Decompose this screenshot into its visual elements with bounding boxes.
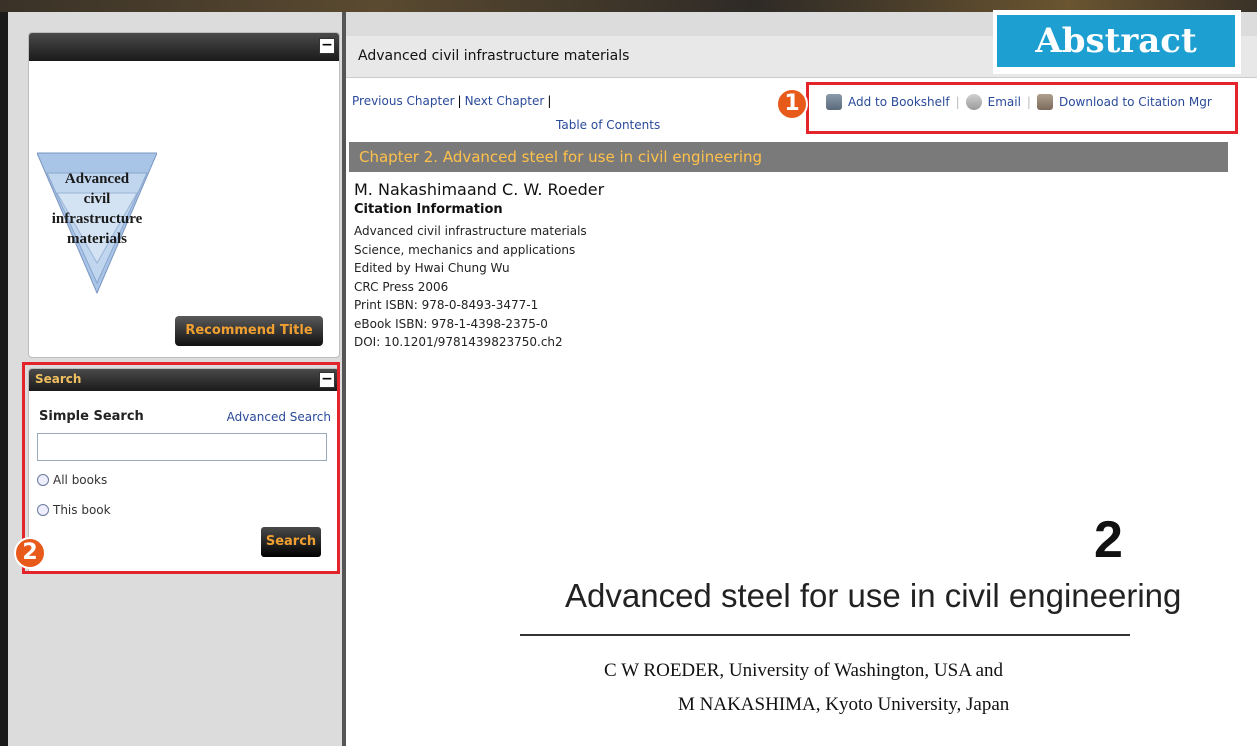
add-to-bookshelf-link[interactable]: Add to Bookshelf xyxy=(848,95,950,109)
preview-chapter-name: Advanced steel for use in civil engineer… xyxy=(565,577,1182,614)
book-title: Advanced civil infrastructure materials xyxy=(358,48,630,64)
nav-separator: | xyxy=(457,94,462,108)
preview-author-line-2: M NAKASHIMA, Kyoto University, Japan xyxy=(678,694,1010,715)
cover-line-2: civil xyxy=(84,191,111,207)
citation-line: CRC Press 2006 xyxy=(354,279,449,294)
download-citation-link[interactable]: Download to Citation Mgr xyxy=(1059,95,1212,109)
citation-line: Print ISBN: 978-0-8493-3477-1 xyxy=(354,298,539,312)
advanced-search-link[interactable]: Advanced Search xyxy=(227,410,331,424)
radio-label-this-book: This book xyxy=(53,503,111,517)
citation-line: Advanced civil infrastructure materials xyxy=(354,224,587,238)
search-input[interactable] xyxy=(37,433,327,461)
radio-label-all-books: All books xyxy=(53,473,108,487)
download-icon xyxy=(1036,94,1053,110)
cover-line-4: materials xyxy=(67,231,127,247)
preview-author-line-1: C W ROEDER, University of Washington, US… xyxy=(604,660,1004,681)
bookshelf-icon xyxy=(826,94,842,110)
chapter-title: Chapter 2. Advanced steel for use in civ… xyxy=(359,148,763,166)
action-separator: | xyxy=(1026,95,1031,109)
email-link[interactable]: Email xyxy=(988,95,1021,109)
book-cover-image: Advanced civil infrastructure materials xyxy=(37,152,157,295)
table-of-contents-link[interactable]: Table of Contents xyxy=(556,118,660,132)
window-edge xyxy=(0,12,8,746)
nav-separator: | xyxy=(547,94,552,108)
action-separator: | xyxy=(955,95,960,109)
chapter-nav: Previous Chapter | Next Chapter | xyxy=(352,94,554,108)
chapter-authors: M. Nakashimaand C. W. Roeder xyxy=(354,180,605,199)
simple-search-label: Simple Search xyxy=(39,409,144,424)
abstract-badge: Abstract xyxy=(993,10,1241,74)
radio-all-books[interactable]: All books xyxy=(37,473,107,487)
collapse-cover-button[interactable]: − xyxy=(319,38,335,54)
callout-number-1: 1 xyxy=(776,88,808,120)
citation-line: Science, mechanics and applications xyxy=(354,242,576,257)
cover-line-1: Advanced xyxy=(65,171,130,187)
citation-info: Advanced civil infrastructure materials … xyxy=(354,222,587,352)
cover-line-3: infrastructure xyxy=(52,211,143,227)
action-links: Add to Bookshelf | Email | Download to C… xyxy=(826,94,1212,110)
radio-this-book[interactable]: This book xyxy=(37,503,111,517)
citation-line: DOI: 10.1201/9781439823750.ch2 xyxy=(354,335,563,349)
search-button[interactable]: Search xyxy=(261,527,321,557)
cover-panel: − Advanced civil infrastructure material… xyxy=(28,32,340,358)
previous-chapter-link[interactable]: Previous Chapter xyxy=(352,94,455,108)
abstract-badge-label: Abstract xyxy=(997,15,1235,67)
search-panel: Search − Simple Search Advanced Search A… xyxy=(28,368,340,574)
preview-chapter-number: 2 xyxy=(1094,511,1123,569)
next-chapter-link[interactable]: Next Chapter xyxy=(465,94,545,108)
search-panel-header: Search − xyxy=(29,369,339,391)
chapter-title-bar: Chapter 2. Advanced steel for use in civ… xyxy=(349,142,1228,172)
citation-heading: Citation Information xyxy=(354,202,503,217)
search-panel-title: Search xyxy=(35,372,82,386)
email-icon xyxy=(965,94,982,110)
recommend-title-button[interactable]: Recommend Title xyxy=(175,316,323,346)
radio-button[interactable] xyxy=(37,474,49,486)
radio-button[interactable] xyxy=(37,504,49,516)
collapse-search-button[interactable]: − xyxy=(319,372,335,388)
cover-panel-header: − xyxy=(29,33,339,61)
citation-line: Edited by Hwai Chung Wu xyxy=(354,261,510,275)
preview-rule xyxy=(520,634,1130,636)
citation-line: eBook ISBN: 978-1-4398-2375-0 xyxy=(354,316,548,331)
callout-number-2: 2 xyxy=(14,537,46,569)
